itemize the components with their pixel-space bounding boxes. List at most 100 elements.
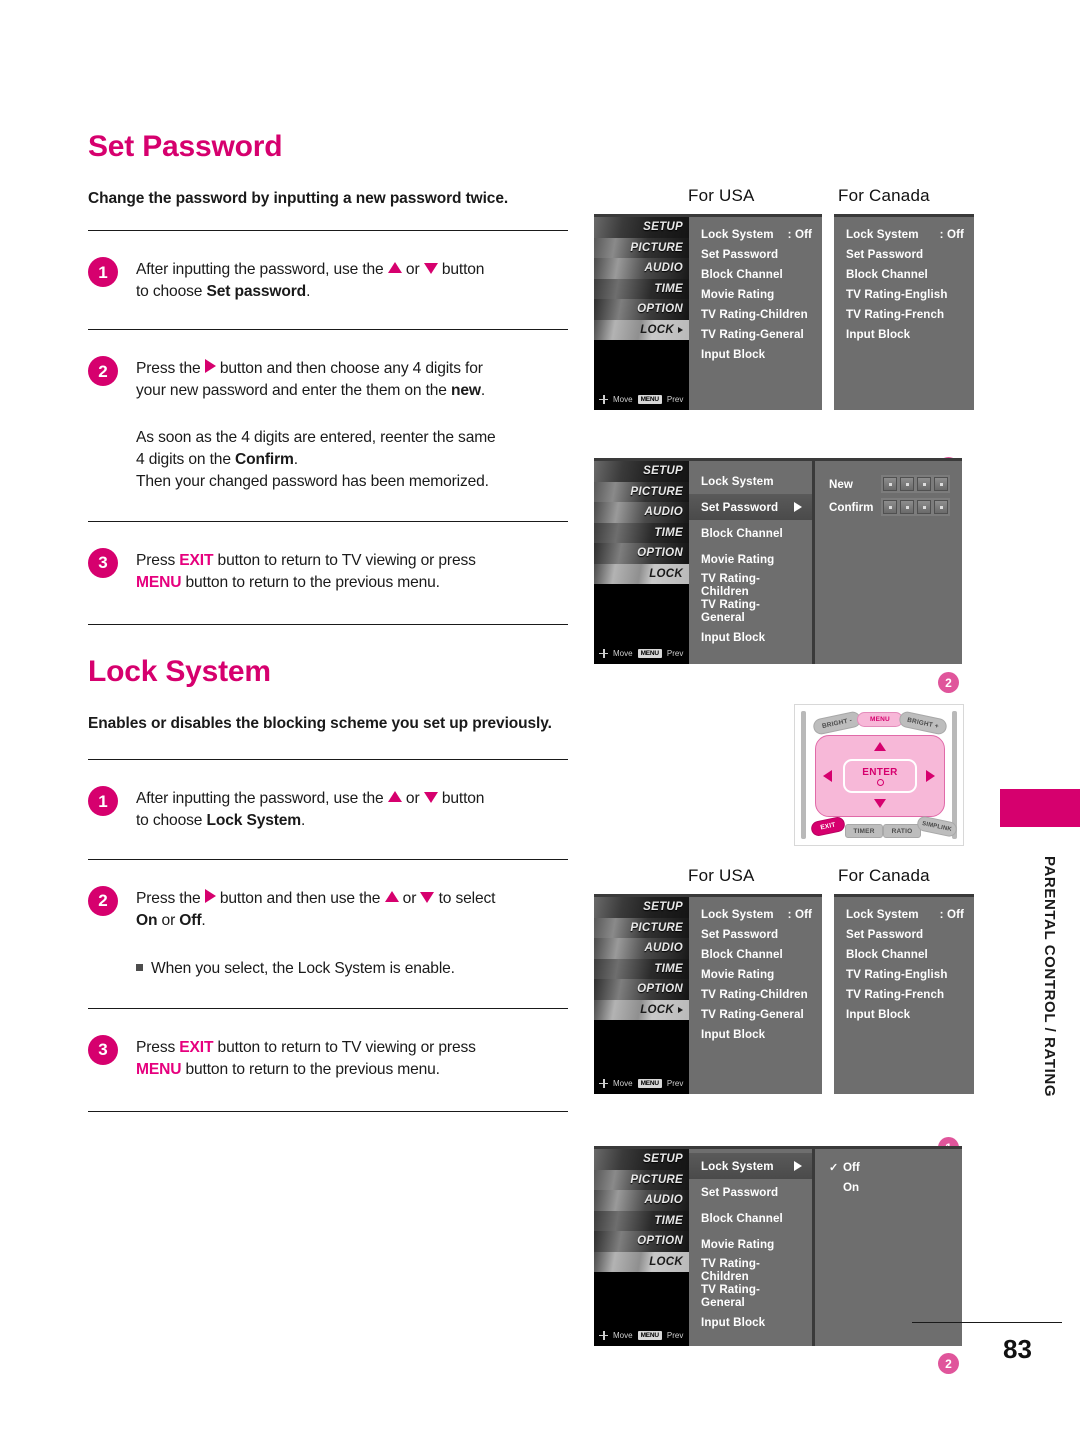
timer-button[interactable]: TIMER <box>845 824 883 838</box>
section-lead-set-password: Change the password by inputting a new p… <box>88 190 509 207</box>
table-row-selected[interactable]: Set Password <box>689 494 812 520</box>
sidebar-item-picture[interactable]: PICTURE <box>594 1169 689 1190</box>
exit-button[interactable]: EXIT <box>809 815 847 838</box>
menu-button[interactable]: MENU <box>857 712 903 727</box>
menu-item-label: Set Password <box>701 1185 779 1199</box>
table-row[interactable]: TV Rating-General <box>689 324 822 344</box>
option-on[interactable]: On <box>829 1177 962 1197</box>
sidebar-item-audio[interactable]: AUDIO <box>594 502 689 523</box>
table-row[interactable]: TV Rating-English <box>834 964 974 984</box>
table-row[interactable]: TV Rating-Children <box>689 984 822 1004</box>
table-row[interactable]: Block Channel <box>689 520 812 546</box>
sidebar-item-option[interactable]: OPTION <box>594 299 689 320</box>
sidebar-item-option[interactable]: OPTION <box>594 543 689 564</box>
prev-hint-label: Prev <box>666 394 684 404</box>
menu-item-value: : Off <box>787 227 812 241</box>
ratio-button[interactable]: RATIO <box>883 824 921 838</box>
table-row-selected[interactable]: Lock System <box>689 1153 812 1179</box>
digit-box[interactable] <box>934 500 948 514</box>
table-row[interactable]: Lock System: Off <box>689 224 822 244</box>
table-row[interactable]: TV Rating-General <box>689 598 812 624</box>
sidebar-item-time[interactable]: TIME <box>594 278 689 299</box>
dpad-down-icon[interactable] <box>874 799 886 808</box>
table-row[interactable]: Movie Rating <box>689 964 822 984</box>
digit-box[interactable] <box>917 477 931 491</box>
digit-box[interactable] <box>900 477 914 491</box>
table-row[interactable]: Block Channel <box>834 944 974 964</box>
section-title-set-password: Set Password <box>88 130 283 163</box>
sidebar-item-lock[interactable]: LOCK <box>594 1251 689 1272</box>
bright-plus-button[interactable]: BRIGHT + <box>897 710 949 736</box>
dpad-left-icon[interactable] <box>823 770 832 782</box>
table-row[interactable]: Block Channel <box>689 1205 812 1231</box>
table-row[interactable]: TV Rating-French <box>834 984 974 1004</box>
enter-button[interactable]: ENTER <box>843 759 917 793</box>
sidebar-item-audio[interactable]: AUDIO <box>594 258 689 279</box>
digit-box[interactable] <box>883 477 897 491</box>
table-row[interactable]: Lock System <box>689 468 812 494</box>
new-password-input[interactable] <box>881 475 950 493</box>
sidebar-item-setup[interactable]: SETUP <box>594 217 689 238</box>
confirm-password-input[interactable] <box>881 498 950 516</box>
table-row[interactable]: TV Rating-French <box>834 304 974 324</box>
table-row[interactable]: TV Rating-Children <box>689 1257 812 1283</box>
sidebar-item-setup[interactable]: SETUP <box>594 897 689 918</box>
table-row[interactable]: Input Block <box>834 324 974 344</box>
sidebar-item-option[interactable]: OPTION <box>594 1231 689 1252</box>
sidebar-item-picture[interactable]: PICTURE <box>594 917 689 938</box>
sidebar-item-option[interactable]: OPTION <box>594 979 689 1000</box>
table-row[interactable]: Set Password <box>834 244 974 264</box>
digit-box[interactable] <box>917 500 931 514</box>
table-row[interactable]: Input Block <box>689 344 822 364</box>
table-row[interactable]: Input Block <box>689 624 812 650</box>
option-off[interactable]: ✓ Off <box>829 1157 962 1177</box>
table-row[interactable]: Set Password <box>834 924 974 944</box>
sidebar-item-lock[interactable]: LOCK <box>594 563 689 584</box>
sidebar-item-time[interactable]: TIME <box>594 522 689 543</box>
menu-item-label: Block Channel <box>846 267 928 281</box>
sidebar-item-lock[interactable]: LOCK <box>594 319 689 340</box>
sidebar-item-time[interactable]: TIME <box>594 1210 689 1231</box>
sidebar-item-setup[interactable]: SETUP <box>594 461 689 482</box>
sidebar-item-setup[interactable]: SETUP <box>594 1149 689 1170</box>
sidebar-item-picture[interactable]: PICTURE <box>594 481 689 502</box>
table-row[interactable]: TV Rating-English <box>834 284 974 304</box>
digit-box[interactable] <box>934 477 948 491</box>
sidebar-label: AUDIO <box>644 506 683 519</box>
table-row[interactable]: TV Rating-General <box>689 1283 812 1309</box>
table-row[interactable]: Set Password <box>689 1179 812 1205</box>
sidebar-item-time[interactable]: TIME <box>594 958 689 979</box>
dpad-right-icon[interactable] <box>926 770 935 782</box>
table-row[interactable]: Lock System: Off <box>834 904 974 924</box>
table-row[interactable]: Input Block <box>834 1004 974 1024</box>
divider <box>88 1007 568 1009</box>
menu-item-label: Input Block <box>701 1027 766 1041</box>
osd-footer-hints: Move MENU Prev <box>594 1324 689 1346</box>
move-hint-label: Move <box>613 1078 633 1088</box>
menu-item-label: Input Block <box>701 1315 766 1329</box>
sidebar-item-audio[interactable]: AUDIO <box>594 1190 689 1211</box>
table-row[interactable]: Block Channel <box>689 944 822 964</box>
table-row[interactable]: Movie Rating <box>689 284 822 304</box>
bright-minus-button[interactable]: BRIGHT - <box>811 710 863 736</box>
arrow-up-icon <box>384 890 399 902</box>
table-row[interactable]: Set Password <box>689 924 822 944</box>
table-row[interactable]: Set Password <box>689 244 822 264</box>
table-row[interactable]: TV Rating-General <box>689 1004 822 1024</box>
dpad-up-icon[interactable] <box>874 742 886 751</box>
table-row[interactable]: Block Channel <box>834 264 974 284</box>
table-row[interactable]: TV Rating-Children <box>689 304 822 324</box>
table-row[interactable]: Input Block <box>689 1024 822 1044</box>
sidebar-item-audio[interactable]: AUDIO <box>594 938 689 959</box>
sidebar-item-picture[interactable]: PICTURE <box>594 237 689 258</box>
table-row[interactable]: Movie Rating <box>689 1231 812 1257</box>
table-row[interactable]: TV Rating-Children <box>689 572 812 598</box>
table-row[interactable]: Lock System: Off <box>834 224 974 244</box>
digit-box[interactable] <box>883 500 897 514</box>
digit-box[interactable] <box>900 500 914 514</box>
table-row[interactable]: Block Channel <box>689 264 822 284</box>
table-row[interactable]: Lock System: Off <box>689 904 822 924</box>
table-row[interactable]: Movie Rating <box>689 546 812 572</box>
sidebar-item-lock[interactable]: LOCK <box>594 999 689 1020</box>
table-row[interactable]: Input Block <box>689 1309 812 1335</box>
